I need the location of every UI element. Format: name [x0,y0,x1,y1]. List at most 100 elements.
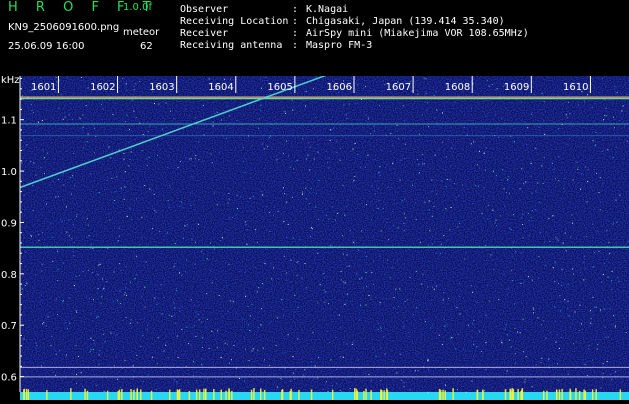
noise-dot [554,281,555,282]
noise-dot [500,314,501,315]
noise-dot [354,176,355,177]
noise-dot [302,194,303,195]
noise-dot [35,131,36,132]
noise-dot [535,148,536,149]
noise-dot [463,349,464,350]
noise-dot [94,374,95,375]
noise-dot [266,207,267,208]
noise-dot [602,78,603,79]
noise-dot [98,316,99,317]
noise-dot [146,158,147,159]
noise-dot [537,317,538,318]
noise-dot [277,317,278,318]
noise-dot [328,219,329,220]
noise-dot [114,365,115,366]
noise-dot [361,277,362,278]
noise-dot [491,225,492,226]
noise-dot [104,391,105,392]
noise-dot [56,81,57,82]
noise-dot [365,373,366,374]
noise-dot [548,359,549,360]
noise-dot [281,299,282,300]
noise-dot [249,330,250,331]
noise-dot [479,104,480,105]
noise-dot [210,243,211,244]
noise-dot [457,227,458,228]
noise-dot [378,188,379,189]
noise-dot [33,163,34,164]
bottom-band [20,392,629,400]
noise-dot [543,320,544,321]
noise-dot [137,322,138,323]
noise-dot [619,120,620,121]
noise-dot [181,275,182,276]
noise-dot [38,168,39,169]
noise-dot [369,295,370,296]
noise-dot [109,146,110,147]
noise-dot [436,317,437,318]
noise-dot [487,219,488,220]
noise-dot [583,279,584,280]
noise-dot [230,300,231,301]
noise-dot [379,105,380,106]
noise-dot [297,275,298,276]
burst-mark [386,388,388,400]
noise-dot [525,379,526,380]
noise-dot [509,340,510,341]
noise-dot [73,373,74,374]
noise-dot [508,288,509,289]
noise-dot [40,302,41,303]
noise-dot [505,108,506,109]
noise-dot [158,104,159,105]
noise-dot [540,232,541,233]
burst-mark [87,391,89,400]
noise-dot [459,283,460,284]
noise-dot [188,343,189,344]
noise-dot [598,93,599,94]
noise-dot [574,312,575,313]
noise-dot [296,262,297,263]
noise-dot [193,361,194,362]
noise-dot [179,311,180,312]
noise-dot [74,285,75,286]
noise-dot [253,348,254,349]
noise-dot [38,122,39,123]
noise-dot [544,134,545,135]
noise-dot [387,187,388,188]
noise-dot [569,222,570,223]
x-tick-label: 1610 [563,82,588,93]
noise-dot [330,140,331,141]
info-separator: : [292,39,306,52]
noise-dot [366,256,367,257]
noise-dot [451,207,452,208]
noise-dot [181,329,182,330]
noise-dot [431,179,432,180]
noise-dot [609,221,610,222]
noise-dot [584,101,585,102]
noise-dot [355,143,356,144]
noise-dot [131,148,132,149]
noise-dot [294,379,295,380]
noise-dot [34,77,35,78]
noise-dot [157,363,158,364]
noise-dot [170,187,171,188]
noise-dot [239,271,240,272]
noise-dot [303,375,304,376]
noise-dot [244,381,245,382]
noise-dot [428,244,429,245]
noise-dot [473,141,474,142]
noise-dot [167,167,168,168]
noise-dot [437,123,438,124]
noise-dot [162,129,163,130]
noise-dot [188,382,189,383]
burst-mark [225,391,227,400]
noise-dot [502,169,503,170]
noise-dot [89,235,90,236]
noise-dot [136,117,137,118]
noise-dot [232,217,233,218]
noise-dot [33,112,34,113]
noise-dot [403,105,404,106]
noise-dot [50,185,51,186]
noise-dot [349,104,350,105]
noise-dot [157,145,158,146]
